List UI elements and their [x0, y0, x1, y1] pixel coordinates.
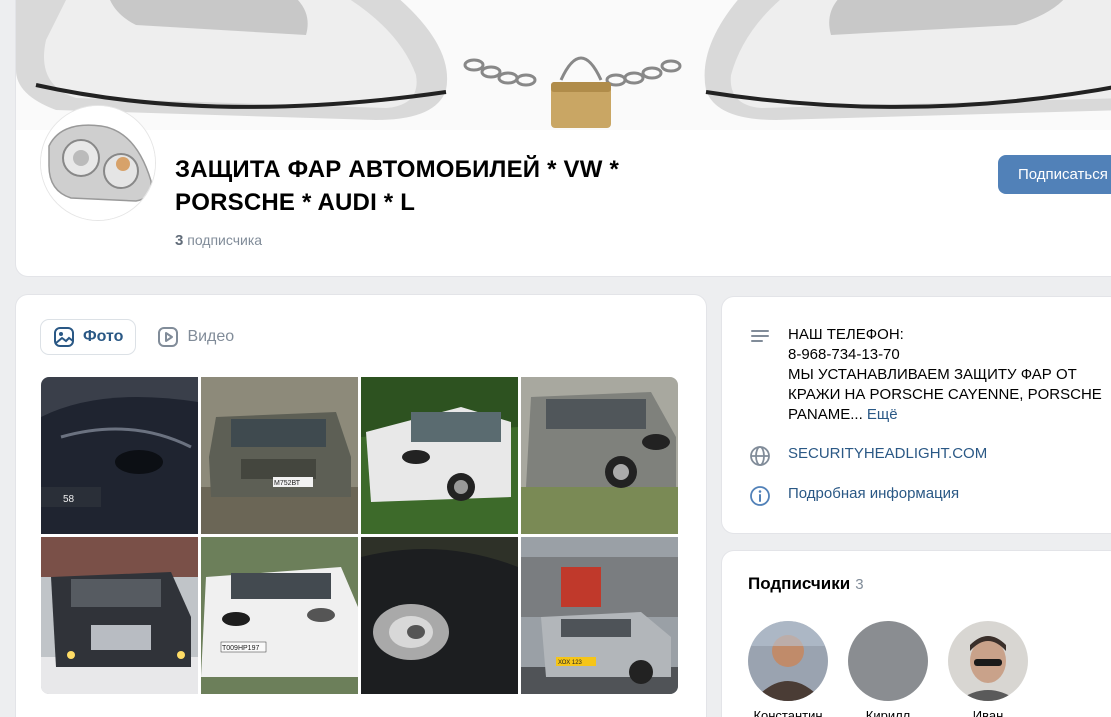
website-row: SECURITYHEADLIGHT.COM	[748, 444, 987, 468]
subscriber-name[interactable]: Иван	[938, 708, 1038, 717]
photo-thumbnail[interactable]: ХОХ 123	[521, 537, 678, 694]
media-tabs: Фото Видео	[41, 320, 246, 354]
photo-thumbnail[interactable]	[41, 537, 198, 694]
car-photo: Т009НР197	[201, 537, 358, 694]
photo-thumbnail[interactable]	[361, 537, 518, 694]
subscribers-title: Подписчики	[748, 574, 851, 593]
globe-icon	[750, 446, 770, 466]
avatar	[948, 621, 1028, 701]
headlight-logo-icon	[41, 106, 155, 220]
media-card: Фото Видео 58 М752ВТ Т009НР197 ХОХ 123	[16, 295, 706, 717]
car-photo	[361, 537, 518, 694]
tab-photo[interactable]: Фото	[41, 320, 136, 354]
description-line: 8-968-734-13-70	[788, 346, 900, 363]
video-icon	[158, 327, 179, 347]
members-count-label: подписчика	[187, 232, 263, 248]
tab-video[interactable]: Видео	[145, 320, 246, 354]
description-line: КРАЖИ НА PORSCHE CAYENNE, PORSCHE	[788, 386, 1102, 403]
tab-video-label: Видео	[187, 328, 235, 345]
group-header-card: ЗАЩИТА ФАР АВТОМОБИЛЕЙ * VW * PORSCHE * …	[16, 0, 1111, 276]
car-photo: ХОХ 123	[521, 537, 678, 694]
group-info-card: НАШ ТЕЛЕФОН: 8-968-734-13-70 МЫ УСТАНАВЛ…	[722, 297, 1111, 533]
subscriber-avatar[interactable]	[748, 621, 828, 701]
plate-text: 58	[63, 494, 75, 505]
info-icon	[750, 486, 770, 506]
subscribers-heading[interactable]: Подписчики 3	[748, 574, 864, 594]
plate-text: Т009НР197	[222, 645, 259, 652]
cover-image	[16, 0, 1111, 130]
description-row: НАШ ТЕЛЕФОН: 8-968-734-13-70 МЫ УСТАНАВЛ…	[748, 325, 1111, 425]
subscribers-card: Подписчики 3 Константин Кирилл Иван	[722, 551, 1111, 717]
group-title: ЗАЩИТА ФАР АВТОМОБИЛЕЙ * VW * PORSCHE * …	[175, 156, 619, 216]
subscriber-name[interactable]: Константин	[738, 708, 838, 717]
plate-text: М752ВТ	[274, 480, 301, 487]
show-more-link[interactable]: Ещё	[867, 406, 898, 423]
car-photo	[41, 537, 198, 694]
photo-thumbnail[interactable]	[521, 377, 678, 534]
photo-thumbnail[interactable]: М752ВТ	[201, 377, 358, 534]
group-avatar[interactable]	[40, 105, 156, 221]
photo-grid: 58 М752ВТ Т009НР197 ХОХ 123	[41, 377, 678, 694]
car-photo: М752ВТ	[201, 377, 358, 534]
subscriber-name[interactable]: Кирилл	[838, 708, 938, 717]
description-line: МЫ УСТАНАВЛИВАЕМ ЗАЩИТУ ФАР ОТ	[788, 366, 1077, 383]
avatar	[848, 621, 928, 701]
photo-thumbnail[interactable]	[361, 377, 518, 534]
plate-text: ХОХ 123	[558, 660, 583, 666]
photo-icon	[54, 327, 74, 347]
subscriber-avatar[interactable]	[948, 621, 1028, 701]
members-count-number: 3	[175, 232, 184, 249]
description-line: НАШ ТЕЛЕФОН:	[788, 326, 904, 343]
group-description: НАШ ТЕЛЕФОН: 8-968-734-13-70 МЫ УСТАНАВЛ…	[788, 325, 1111, 425]
photo-thumbnail[interactable]: 58	[41, 377, 198, 534]
subscribers-count: 3	[855, 576, 864, 593]
tab-photo-label: Фото	[83, 328, 124, 345]
subscriber-avatar[interactable]	[848, 621, 928, 701]
details-row: Подробная информация	[748, 484, 959, 508]
website-link[interactable]: SECURITYHEADLIGHT.COM	[788, 444, 987, 468]
subscribe-button[interactable]: Подписаться	[998, 155, 1111, 194]
photo-thumbnail[interactable]: Т009НР197	[201, 537, 358, 694]
car-photo: 58	[41, 377, 198, 534]
members-count[interactable]: 3 подписчика	[175, 232, 262, 249]
cover-headlights-chain	[16, 0, 1111, 128]
description-line: PANAME...	[788, 406, 863, 423]
car-photo	[521, 377, 678, 534]
text-lines-icon	[751, 330, 769, 342]
avatar	[748, 621, 828, 701]
details-link[interactable]: Подробная информация	[788, 484, 959, 508]
car-photo	[361, 377, 518, 534]
